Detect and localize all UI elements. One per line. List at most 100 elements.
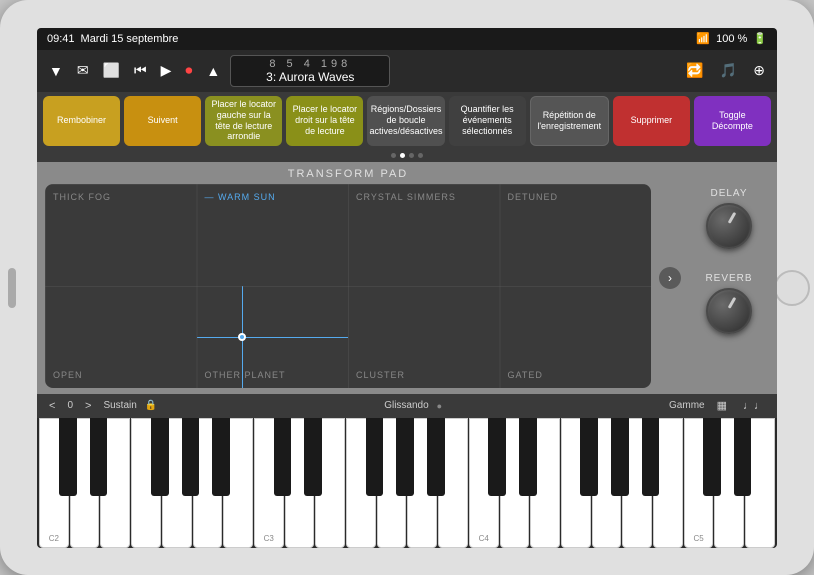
sustain-label: Sustain — [103, 400, 136, 411]
time-display: 09:41 — [47, 33, 75, 45]
black-key[interactable] — [580, 418, 598, 496]
pad-label-other-planet: OTHER PLANET — [205, 370, 286, 380]
date-display: Mardi 15 septembre — [81, 33, 179, 45]
pad-cell-open[interactable]: OPEN — [45, 286, 197, 388]
knobs-section: DELAY REVERB — [689, 168, 769, 388]
status-bar-left: 09:41 Mardi 15 septembre — [47, 33, 178, 45]
pagination-dots — [37, 150, 777, 162]
glissando-dot: ● — [437, 401, 442, 411]
black-key[interactable] — [151, 418, 169, 496]
qa-btn-locator-left[interactable]: Placer le locator gauche sur la tête de … — [205, 96, 282, 146]
black-key[interactable] — [427, 418, 445, 496]
pad-label-gated: GATED — [508, 370, 543, 380]
piano-keyboard[interactable]: C2C3C4C5 — [37, 418, 777, 548]
delay-label: DELAY — [710, 188, 747, 199]
qa-btn-toggle[interactable]: Toggle Décompte — [694, 96, 771, 146]
qa-btn-suivent[interactable]: Suivent — [124, 96, 201, 146]
transport-right-controls: 🔁 🎵 ⊕ — [682, 58, 769, 83]
black-key[interactable] — [212, 418, 230, 496]
beat-display: 8 5 4 198 — [241, 58, 379, 70]
pad-cell-other-planet[interactable]: OTHER PLANET — [197, 286, 349, 388]
black-key[interactable] — [519, 418, 537, 496]
status-bar-right: 📶 100 % 🔋 — [696, 32, 767, 45]
delay-knob-group: DELAY — [706, 188, 752, 249]
pad-label-crystal-simmers: CRYSTAL SIMMERS — [356, 192, 456, 202]
delay-knob[interactable] — [706, 203, 752, 249]
qa-btn-rembobiner[interactable]: Rembobiner — [43, 96, 120, 146]
pad-cell-thick-fog[interactable]: THICK FOG — [45, 184, 197, 286]
grid-view-btn[interactable]: ▦ — [713, 397, 731, 414]
keys-view-btn[interactable]: ♩♩ — [739, 398, 769, 414]
home-button[interactable] — [774, 270, 810, 306]
glissando-label: Glissando — [384, 400, 428, 411]
mail-btn[interactable]: ✉ — [73, 58, 93, 83]
crosshair-h — [197, 337, 349, 338]
status-bar: 09:41 Mardi 15 septembre 📶 100 % 🔋 — [37, 28, 777, 50]
dot-1 — [391, 153, 396, 158]
expand-transport-btn[interactable]: ▲ — [202, 59, 224, 83]
black-key[interactable] — [90, 418, 108, 496]
pad-label-open: OPEN — [53, 370, 83, 380]
transform-pad-area: TRANSFORM PAD THICK FOG — WARM SUN CRYST… — [45, 168, 651, 388]
reverb-knob[interactable] — [706, 288, 752, 334]
side-button-left[interactable] — [8, 268, 16, 308]
black-key[interactable] — [182, 418, 200, 496]
black-key[interactable] — [366, 418, 384, 496]
pad-label-thick-fog: THICK FOG — [53, 192, 111, 202]
pad-cell-cluster[interactable]: CLUSTER — [348, 286, 500, 388]
expand-pad-btn[interactable]: › — [659, 267, 681, 289]
black-key[interactable] — [274, 418, 292, 496]
qa-btn-quantifier[interactable]: Quantifier les événements sélectionnés — [449, 96, 526, 146]
keyboard-controls: < 0 > Sustain 🔒 Glissando ● Gamme ▦ ♩♩ — [37, 394, 777, 418]
pad-label-cluster: CLUSTER — [356, 370, 405, 380]
dot-2 — [400, 153, 405, 158]
settings-btn[interactable]: ⊕ — [749, 58, 769, 83]
battery-icon: 🔋 — [753, 32, 767, 45]
dropdown-btn[interactable]: ▼ — [45, 59, 67, 83]
pad-cell-detuned[interactable]: DETUNED — [500, 184, 652, 286]
dot-4 — [418, 153, 423, 158]
black-key[interactable] — [703, 418, 721, 496]
wifi-icon: 📶 — [696, 32, 710, 45]
track-name: 3: Aurora Waves — [241, 70, 379, 84]
reverb-label: REVERB — [705, 273, 752, 284]
qa-btn-regions[interactable]: Régions/Dossiers de boucle actives/désac… — [367, 96, 444, 146]
pad-label-detuned: DETUNED — [508, 192, 559, 202]
main-content: TRANSFORM PAD THICK FOG — WARM SUN CRYST… — [37, 162, 777, 394]
transform-pad-grid[interactable]: THICK FOG — WARM SUN CRYSTAL SIMMERS DET… — [45, 184, 651, 388]
ipad-screen: 09:41 Mardi 15 septembre 📶 100 % 🔋 ▼ ✉ ⬜… — [37, 28, 777, 548]
qa-btn-repetition[interactable]: Répétition de l'enregistrement — [530, 96, 609, 146]
black-key[interactable] — [396, 418, 414, 496]
black-key[interactable] — [611, 418, 629, 496]
pad-cell-warm-sun[interactable]: — WARM SUN — [197, 184, 349, 286]
quick-actions-bar: Rembobiner Suivent Placer le locator gau… — [37, 92, 777, 150]
pad-cell-gated[interactable]: GATED — [500, 286, 652, 388]
prev-octave-btn[interactable]: < — [45, 398, 59, 414]
ipad-frame: 09:41 Mardi 15 septembre 📶 100 % 🔋 ▼ ✉ ⬜… — [0, 0, 814, 575]
play-btn[interactable]: ▶ — [157, 58, 176, 83]
transform-pad-title: TRANSFORM PAD — [45, 168, 651, 180]
octave-value: 0 — [67, 400, 73, 411]
qa-btn-supprimer[interactable]: Supprimer — [613, 96, 690, 146]
lock-icon: 🔒 — [145, 400, 157, 411]
reverb-knob-group: REVERB — [705, 273, 752, 334]
metronome-btn[interactable]: 🎵 — [716, 58, 741, 83]
black-key[interactable] — [488, 418, 506, 496]
qa-btn-locator-right[interactable]: Placer le locator droit sur la tête de l… — [286, 96, 363, 146]
dot-3 — [409, 153, 414, 158]
black-key[interactable] — [734, 418, 752, 496]
battery-display: 100 % — [716, 33, 747, 45]
record-btn[interactable]: ⏺ — [181, 58, 196, 83]
transport-display: 8 5 4 198 3: Aurora Waves — [230, 55, 390, 87]
pad-label-warm-sun: — WARM SUN — [205, 192, 276, 202]
rewind-btn[interactable]: ⏮ — [130, 58, 151, 83]
window-btn[interactable]: ⬜ — [99, 58, 124, 83]
transform-section: TRANSFORM PAD THICK FOG — WARM SUN CRYST… — [37, 162, 777, 394]
pad-cell-crystal-simmers[interactable]: CRYSTAL SIMMERS — [348, 184, 500, 286]
gamme-label: Gamme — [669, 400, 705, 411]
loop-btn[interactable]: 🔁 — [682, 58, 707, 83]
black-key[interactable] — [59, 418, 77, 496]
black-key[interactable] — [642, 418, 660, 496]
black-key[interactable] — [304, 418, 322, 496]
next-octave-btn[interactable]: > — [81, 398, 95, 414]
